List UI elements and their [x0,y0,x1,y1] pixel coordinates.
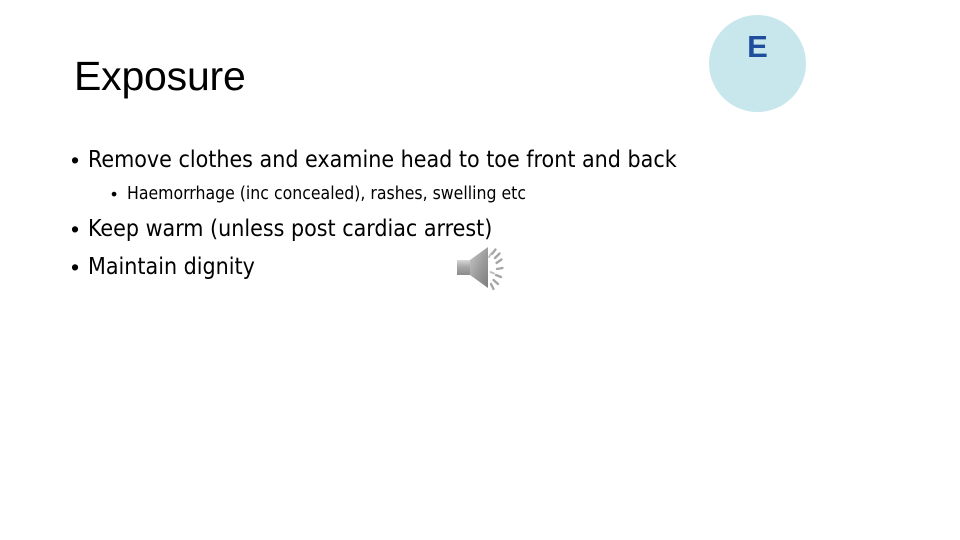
letter-badge-label: E [747,29,768,64]
page-title: Exposure [74,53,246,99]
list-item: • Haemorrhage (inc concealed), rashes, s… [0,179,960,210]
bullet-marker-icon: • [71,254,80,280]
bullet-marker-icon: • [71,216,80,242]
presentation-slide: Exposure E • Remove clothes and examine … [0,0,960,540]
list-item-text: Haemorrhage (inc concealed), rashes, swe… [127,184,526,204]
letter-badge-circle: E [709,15,806,112]
list-item-text: Keep warm (unless post cardiac arrest) [88,216,493,242]
bullet-marker-icon: • [71,147,80,173]
speaker-audio-icon[interactable] [455,245,505,293]
bullet-marker-icon: • [111,184,118,204]
list-item-text: Remove clothes and examine head to toe f… [88,147,677,173]
list-item: • Remove clothes and examine head to toe… [0,141,960,179]
list-item: • Keep warm (unless post cardiac arrest) [0,210,960,248]
list-item-text: Maintain dignity [88,254,255,280]
